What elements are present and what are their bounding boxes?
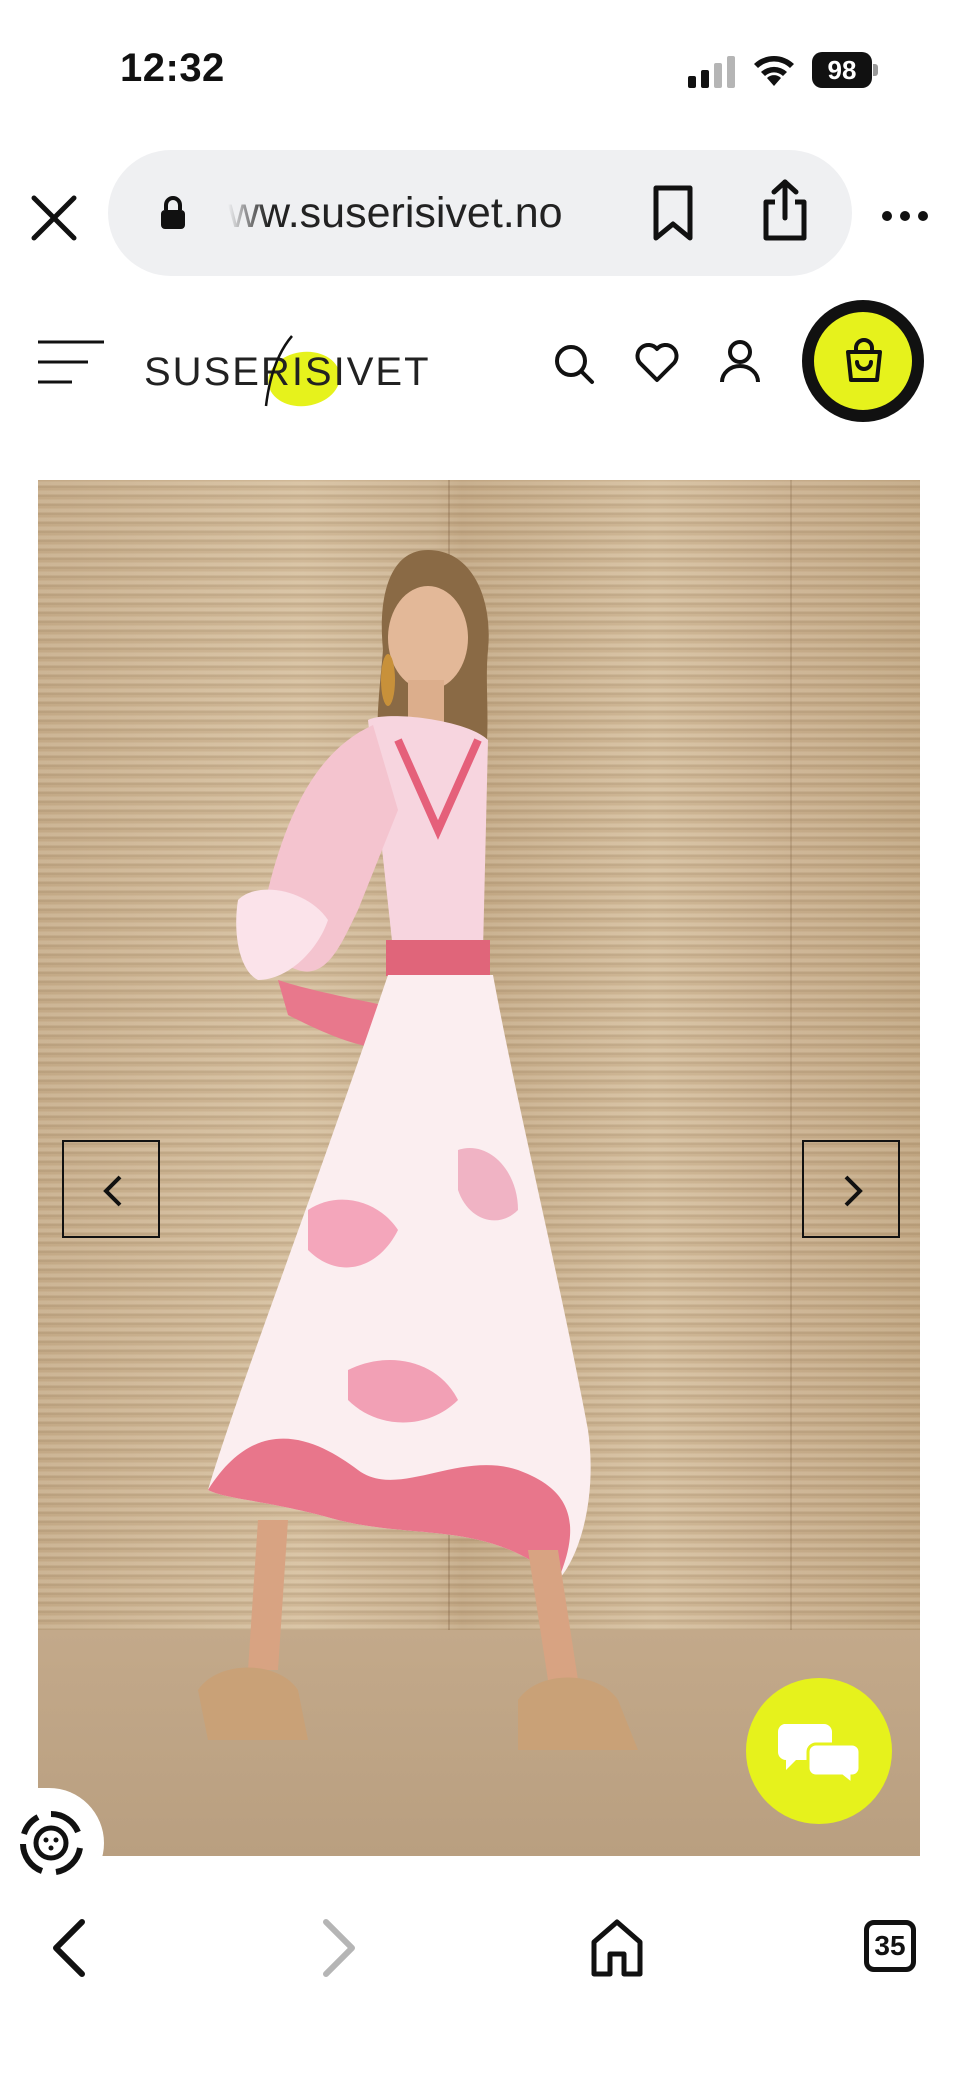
- status-time: 12:32: [120, 46, 225, 90]
- accessibility-icon: [20, 1810, 83, 1875]
- forward-arrow-icon[interactable]: [318, 1916, 362, 1980]
- hamburger-menu-icon[interactable]: [36, 338, 106, 388]
- accessibility-button[interactable]: [0, 1788, 104, 1898]
- heart-icon[interactable]: [634, 340, 680, 384]
- chat-button[interactable]: [746, 1678, 892, 1824]
- search-icon[interactable]: [552, 342, 596, 386]
- cart-button[interactable]: [802, 300, 924, 422]
- share-icon[interactable]: [758, 178, 812, 242]
- carousel-prev-button[interactable]: [62, 1140, 160, 1238]
- battery-level: 98: [812, 52, 872, 88]
- home-icon[interactable]: [590, 1918, 644, 1978]
- model-photo: [198, 550, 638, 1750]
- lock-icon: [161, 196, 185, 229]
- more-icon[interactable]: [880, 208, 930, 224]
- address-bar[interactable]: ww.suserisivet.no: [108, 150, 852, 276]
- back-arrow-icon[interactable]: [46, 1916, 90, 1980]
- status-bar: 12:32 98: [0, 0, 960, 140]
- product-image[interactable]: [38, 480, 920, 1856]
- shopping-bag-icon: [846, 338, 882, 382]
- close-icon[interactable]: [26, 190, 82, 246]
- chat-bubbles-icon: [777, 1724, 862, 1784]
- wifi-icon: [754, 56, 794, 86]
- battery-indicator: 98: [812, 52, 878, 88]
- site-header: SUSERISIVET: [0, 290, 960, 440]
- browser-toolbar: ww.suserisivet.no: [0, 140, 960, 280]
- cellular-signal-icon: [688, 56, 735, 88]
- chevron-left-icon: [103, 1175, 122, 1207]
- tabs-button[interactable]: 35: [864, 1920, 916, 1972]
- carousel-next-button[interactable]: [802, 1140, 900, 1238]
- user-icon[interactable]: [718, 338, 762, 384]
- logo-slash-icon: [264, 335, 293, 407]
- chevron-right-icon: [844, 1175, 863, 1207]
- site-logo[interactable]: SUSERISIVET: [140, 320, 429, 411]
- bookmark-icon[interactable]: [648, 184, 698, 242]
- browser-bottom-toolbar: 35: [0, 1890, 960, 2081]
